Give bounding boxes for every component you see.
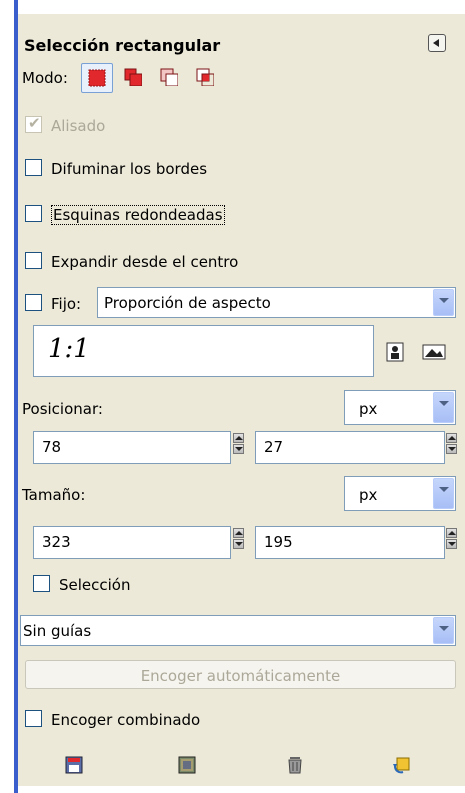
size-height-value: 195 — [264, 533, 293, 551]
chevron-down-icon — [433, 289, 454, 316]
antialias-checkbox[interactable]: ✔ — [25, 114, 42, 133]
position-y-value: 27 — [264, 438, 284, 456]
size-height-spinner[interactable] — [446, 528, 457, 550]
position-unit-value: px — [359, 400, 378, 418]
panel-title: Selección rectangular — [24, 36, 221, 55]
restore-preset-icon[interactable] — [178, 756, 196, 774]
size-unit-value: px — [359, 486, 378, 504]
save-preset-icon[interactable] — [65, 756, 83, 774]
size-width-value: 323 — [42, 533, 71, 551]
size-unit-dropdown[interactable]: px — [344, 476, 456, 511]
chevron-down-icon — [433, 392, 454, 423]
dock-top-strip — [18, 0, 465, 15]
position-y-input[interactable]: 27 — [255, 431, 445, 464]
guides-dropdown[interactable]: Sin guías — [20, 615, 456, 646]
auto-shrink-label: Encoger automáticamente — [140, 667, 341, 685]
fixed-label: Fijo: — [51, 295, 82, 313]
shrink-merged-checkbox[interactable] — [25, 710, 42, 727]
expand-from-center-label: Expandir desde el centro — [51, 253, 239, 271]
position-y-spinner[interactable] — [446, 433, 457, 455]
mode-label: Modo: — [22, 69, 68, 87]
aspect-ratio-input[interactable]: 1:1 — [33, 325, 374, 377]
rounded-corners-label: Esquinas redondeadas — [51, 205, 225, 225]
size-label: Tamaño: — [22, 486, 86, 504]
fixed-checkbox[interactable] — [25, 294, 42, 311]
position-x-spinner[interactable] — [233, 433, 244, 455]
position-x-input[interactable]: 78 — [33, 431, 231, 464]
intersect-mode-icon[interactable] — [196, 68, 214, 86]
expand-from-center-checkbox[interactable] — [25, 252, 42, 269]
highlight-label: Selección — [59, 576, 131, 594]
portrait-icon[interactable] — [386, 342, 404, 362]
auto-shrink-button[interactable]: Encoger automáticamente — [25, 660, 456, 689]
feather-edges-label: Difuminar los bordes — [51, 160, 208, 178]
size-width-spinner[interactable] — [233, 528, 244, 550]
chevron-down-icon — [433, 478, 454, 509]
delete-preset-icon[interactable] — [286, 756, 304, 774]
reset-icon[interactable] — [392, 756, 410, 774]
subtract-mode-icon[interactable] — [160, 68, 178, 86]
fixed-mode-dropdown[interactable]: Proporción de aspecto — [97, 287, 456, 318]
add-mode-icon[interactable] — [124, 68, 142, 86]
shrink-merged-label: Encoger combinado — [51, 711, 201, 729]
replace-mode-icon — [88, 69, 106, 87]
position-x-value: 78 — [42, 438, 62, 456]
guides-value: Sin guías — [23, 622, 92, 640]
replace-mode-button[interactable] — [81, 63, 113, 93]
position-unit-dropdown[interactable]: px — [344, 390, 456, 425]
size-height-input[interactable]: 195 — [255, 526, 445, 559]
panel-menu-button[interactable] — [428, 34, 446, 52]
feather-edges-checkbox[interactable] — [25, 159, 42, 176]
antialias-label: Alisado — [51, 117, 106, 135]
size-width-input[interactable]: 323 — [33, 526, 231, 559]
highlight-checkbox[interactable] — [33, 575, 50, 592]
chevron-down-icon — [433, 617, 454, 644]
position-label: Posicionar: — [22, 400, 103, 418]
landscape-icon[interactable] — [422, 344, 446, 360]
checkmark-icon: ✔ — [28, 114, 41, 132]
aspect-ratio-value: 1:1 — [48, 334, 90, 364]
fixed-mode-value: Proporción de aspecto — [104, 294, 271, 312]
rounded-corners-checkbox[interactable] — [25, 205, 42, 222]
